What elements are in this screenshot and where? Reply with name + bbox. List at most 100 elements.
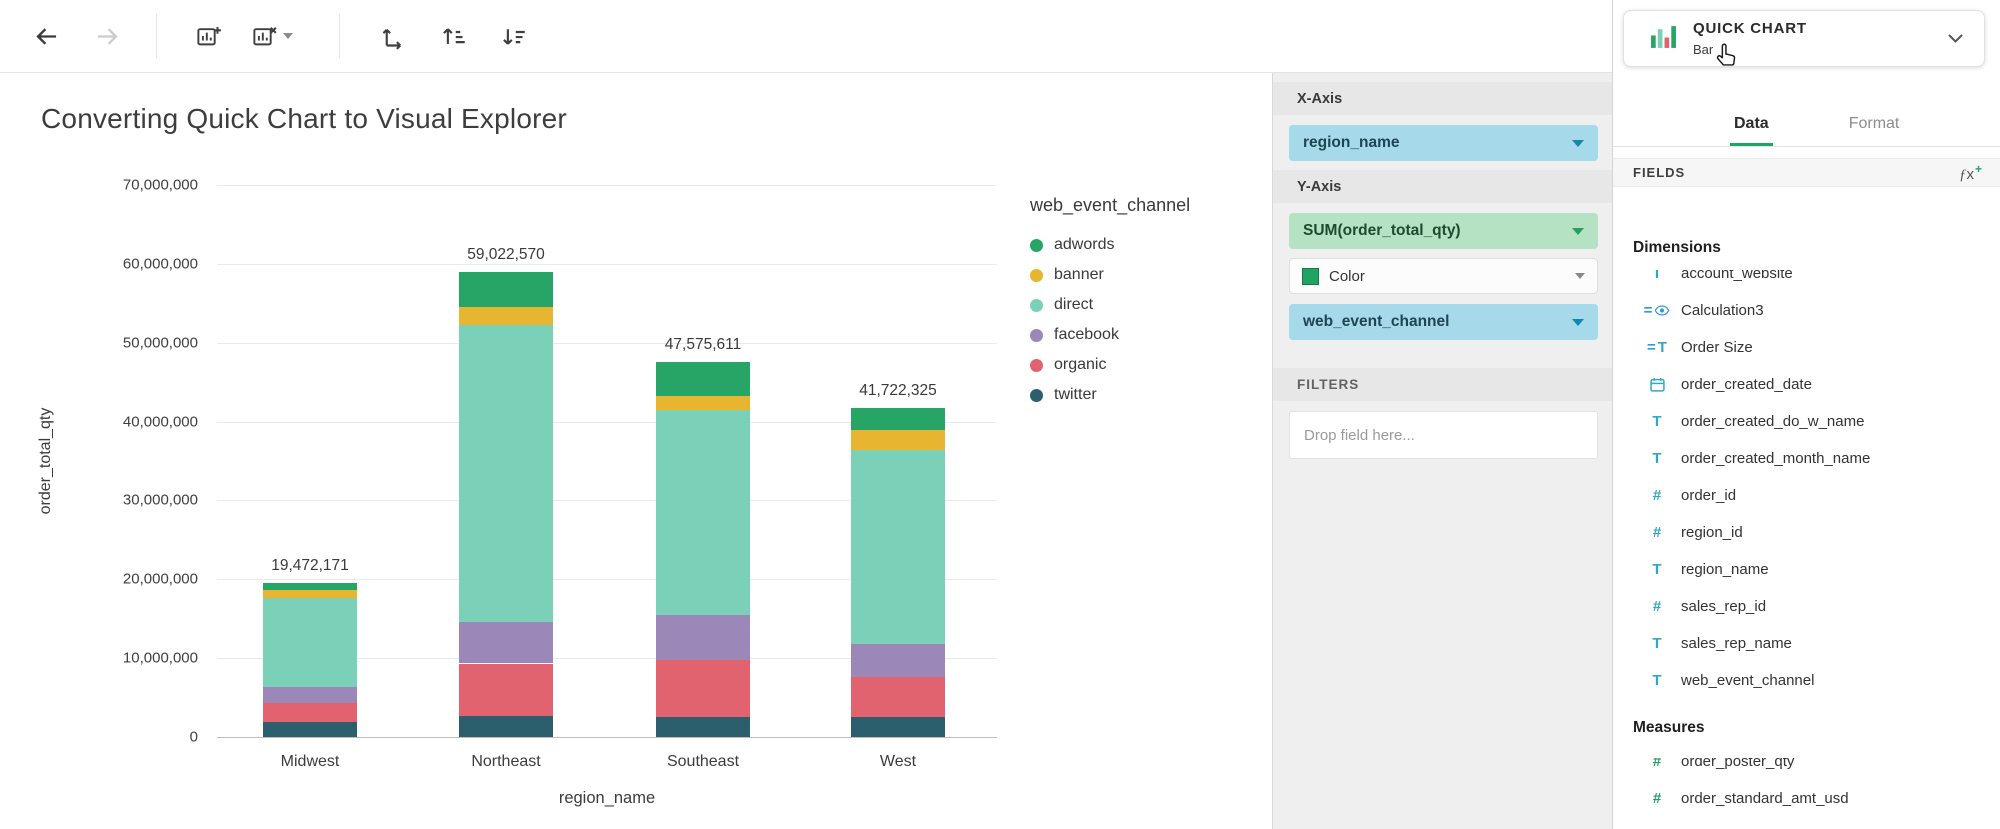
- legend-item-facebook[interactable]: facebook: [1030, 320, 1190, 350]
- field-order_created_month_name[interactable]: Torder_created_month_name: [1613, 440, 2000, 477]
- swap-axes-button[interactable]: [370, 13, 416, 59]
- number-field-icon: #: [1643, 598, 1671, 615]
- bar-segment-southeast-twitter[interactable]: [656, 717, 750, 737]
- field-account_website[interactable]: Taccount_website: [1613, 270, 2000, 292]
- y-tick-label: 70,000,000: [123, 177, 198, 194]
- chevron-down-icon[interactable]: [1575, 273, 1585, 279]
- x-axis-section-header: X-Axis: [1273, 82, 1612, 115]
- legend-label: adwords: [1054, 236, 1114, 254]
- bar-segment-northeast-adwords[interactable]: [459, 272, 553, 308]
- fields-header-label: FIELDS: [1633, 165, 1685, 180]
- bar-segment-west-direct[interactable]: [851, 450, 945, 644]
- bar-segment-southeast-banner[interactable]: [656, 396, 750, 410]
- chevron-down-icon[interactable]: [1947, 33, 1964, 44]
- bar-segment-southeast-organic[interactable]: [656, 660, 750, 717]
- field-region_id[interactable]: # region_id: [1613, 514, 2000, 551]
- y-tick-label: 0: [190, 729, 198, 746]
- legend-item-organic[interactable]: organic: [1030, 350, 1190, 380]
- bar-segment-midwest-facebook[interactable]: [263, 687, 357, 703]
- bar-segment-west-adwords[interactable]: [851, 408, 945, 430]
- dropdown-caret-icon[interactable]: [1572, 140, 1584, 147]
- field-label: region_id: [1681, 524, 1743, 541]
- y-axis-ticks: 70,000,00060,000,00050,000,00040,000,000…: [0, 185, 198, 737]
- bar-total-label: 47,575,611: [665, 336, 741, 354]
- bar-segment-midwest-twitter[interactable]: [263, 722, 357, 737]
- color-swatch-icon: [1302, 268, 1319, 285]
- gridline: [217, 185, 997, 186]
- color-field-pill[interactable]: web_event_channel: [1289, 304, 1598, 340]
- field-order_created_date[interactable]: order_created_date: [1613, 366, 2000, 403]
- field-label: order_created_do_w_name: [1681, 413, 1864, 430]
- quick-chart-type-label: Bar: [1693, 42, 1807, 57]
- bar-segment-midwest-direct[interactable]: [263, 598, 357, 687]
- legend-item-banner[interactable]: banner: [1030, 260, 1190, 290]
- bar-segment-southeast-direct[interactable]: [656, 410, 750, 615]
- sort-descending-button[interactable]: [490, 13, 536, 59]
- color-selector[interactable]: Color: [1289, 258, 1598, 294]
- number-field-icon: #: [1643, 524, 1671, 541]
- fields-panel: Data Format FIELDS ƒx+ Dimensions Taccou…: [1612, 0, 2000, 829]
- drop-zone-placeholder: Drop field here...: [1304, 427, 1415, 444]
- field-calculation3[interactable]: =Calculation3: [1613, 292, 2000, 329]
- forward-button[interactable]: [84, 13, 130, 59]
- field-sales_rep_name[interactable]: Tsales_rep_name: [1613, 625, 2000, 662]
- add-calculation-icon[interactable]: ƒx+: [1959, 162, 1982, 184]
- chart-canvas: Converting Quick Chart to Visual Explore…: [0, 73, 1272, 829]
- gridline: [217, 264, 997, 265]
- bar-segment-west-banner[interactable]: [851, 430, 945, 450]
- plot-area: 19,472,171Midwest59,022,570Northeast47,5…: [217, 185, 997, 737]
- dropdown-caret-icon[interactable]: [1572, 319, 1584, 326]
- add-chart-button[interactable]: [185, 13, 231, 59]
- bar-segment-southeast-facebook[interactable]: [656, 615, 750, 660]
- legend-label: twitter: [1054, 386, 1097, 404]
- y-axis-field-pill[interactable]: SUM(order_total_qty): [1289, 213, 1598, 249]
- tab-data[interactable]: Data: [1730, 115, 1773, 146]
- bar-segment-midwest-adwords[interactable]: [263, 583, 357, 590]
- sort-ascending-button[interactable]: [430, 13, 476, 59]
- bar-segment-northeast-twitter[interactable]: [459, 716, 553, 737]
- field-label: web_event_channel: [1681, 672, 1814, 689]
- bar-segment-west-facebook[interactable]: [851, 644, 945, 677]
- dropdown-caret-icon[interactable]: [1572, 228, 1584, 235]
- gridline: [217, 343, 997, 344]
- fields-panel-tabs: Data Format: [1613, 90, 2000, 147]
- legend-item-adwords[interactable]: adwords: [1030, 230, 1190, 260]
- field-label: Calculation3: [1681, 302, 1764, 319]
- quick-chart-button[interactable]: QUICK CHART Bar: [1623, 10, 1985, 67]
- legend-title: web_event_channel: [1030, 195, 1190, 216]
- field-order_total_qty[interactable]: #order_total_qty: [1613, 817, 2000, 829]
- field-web_event_channel[interactable]: Tweb_event_channel: [1613, 662, 2000, 699]
- back-button[interactable]: [23, 13, 69, 59]
- field-order_created_do_w_name[interactable]: Torder_created_do_w_name: [1613, 403, 2000, 440]
- y-tick-label: 60,000,000: [123, 256, 198, 273]
- field-order_standard_amt_usd[interactable]: #order_standard_amt_usd: [1613, 780, 2000, 817]
- bar-segment-west-organic[interactable]: [851, 677, 945, 716]
- field-order_id[interactable]: #order_id: [1613, 477, 2000, 514]
- remove-chart-button[interactable]: [241, 13, 303, 59]
- bar-segment-southeast-adwords[interactable]: [656, 362, 750, 396]
- y-tick-label: 40,000,000: [123, 414, 198, 431]
- bar-segment-midwest-organic[interactable]: [263, 703, 357, 722]
- bar-segment-midwest-banner[interactable]: [263, 590, 357, 598]
- y-tick-label: 50,000,000: [123, 335, 198, 352]
- measures-label: Measures: [1633, 719, 1705, 737]
- legend-label: organic: [1054, 356, 1106, 374]
- legend-item-twitter[interactable]: twitter: [1030, 380, 1190, 410]
- bar-segment-northeast-facebook[interactable]: [459, 622, 553, 663]
- text-field-icon: T: [1643, 413, 1671, 430]
- bar-segment-northeast-organic[interactable]: [459, 664, 553, 717]
- field-order-size[interactable]: =TOrder Size: [1613, 329, 2000, 366]
- legend-item-direct[interactable]: direct: [1030, 290, 1190, 320]
- tab-format[interactable]: Format: [1845, 115, 1904, 146]
- field-label: order_created_date: [1681, 376, 1812, 393]
- bar-segment-northeast-banner[interactable]: [459, 307, 553, 325]
- x-axis-field-pill[interactable]: region_name: [1289, 125, 1598, 161]
- x-axis-title: region_name: [559, 789, 655, 808]
- bar-segment-northeast-direct[interactable]: [459, 325, 553, 622]
- field-order_poster_qty[interactable]: #order_poster_qty: [1613, 758, 2000, 780]
- field-region_name[interactable]: Tregion_name: [1613, 551, 2000, 588]
- filters-drop-zone[interactable]: Drop field here...: [1289, 411, 1598, 459]
- legend-swatch-icon: [1030, 389, 1043, 402]
- field-sales_rep_id[interactable]: #sales_rep_id: [1613, 588, 2000, 625]
- bar-segment-west-twitter[interactable]: [851, 717, 945, 737]
